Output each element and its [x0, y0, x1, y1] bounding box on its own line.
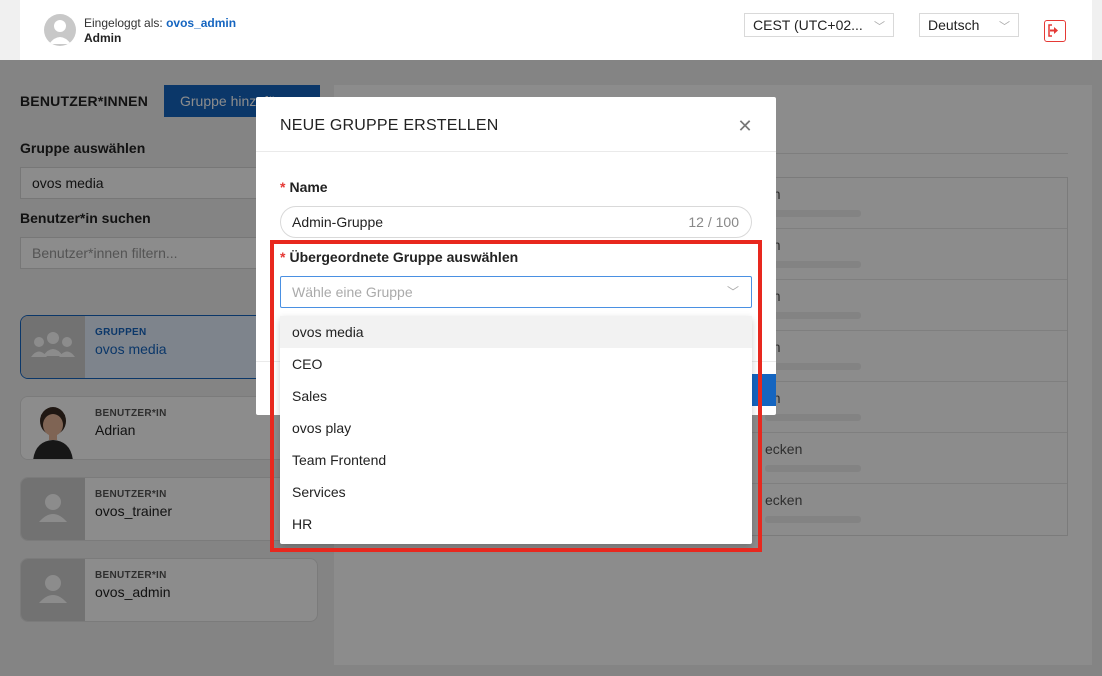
required-mark: * [280, 179, 286, 195]
logged-in-prefix: Eingeloggt als: [84, 16, 167, 30]
divider [256, 151, 776, 152]
modal-title: NEUE GRUPPE ERSTELLEN [280, 117, 499, 134]
logged-in-info: Eingeloggt als: ovos_admin [84, 16, 236, 30]
name-field-label: * Name [280, 179, 328, 195]
user-role: Admin [84, 31, 122, 45]
logout-icon [1048, 24, 1058, 37]
logout-button[interactable] [1044, 20, 1066, 42]
top-header: Eingeloggt als: ovos_admin Admin CEST (U… [20, 0, 1092, 60]
timezone-value: CEST (UTC+02... [753, 17, 863, 33]
user-icon [49, 20, 71, 44]
name-label-text: Name [289, 179, 328, 195]
chevron-down-icon: ﹀ [874, 21, 885, 33]
highlight-annotation [270, 240, 762, 552]
group-name-value: Admin-Gruppe [292, 214, 384, 230]
char-counter: 12 / 100 [688, 214, 739, 230]
close-icon[interactable]: ✕ [734, 115, 756, 137]
language-value: Deutsch [928, 17, 980, 33]
chevron-down-icon: ﹀ [999, 21, 1010, 33]
user-avatar[interactable] [44, 14, 76, 46]
group-name-input[interactable]: Admin-Gruppe 12 / 100 [280, 206, 752, 238]
username-link[interactable]: ovos_admin [166, 16, 236, 30]
timezone-select[interactable]: CEST (UTC+02... ﹀ [744, 13, 894, 37]
language-select[interactable]: Deutsch ﹀ [919, 13, 1019, 37]
